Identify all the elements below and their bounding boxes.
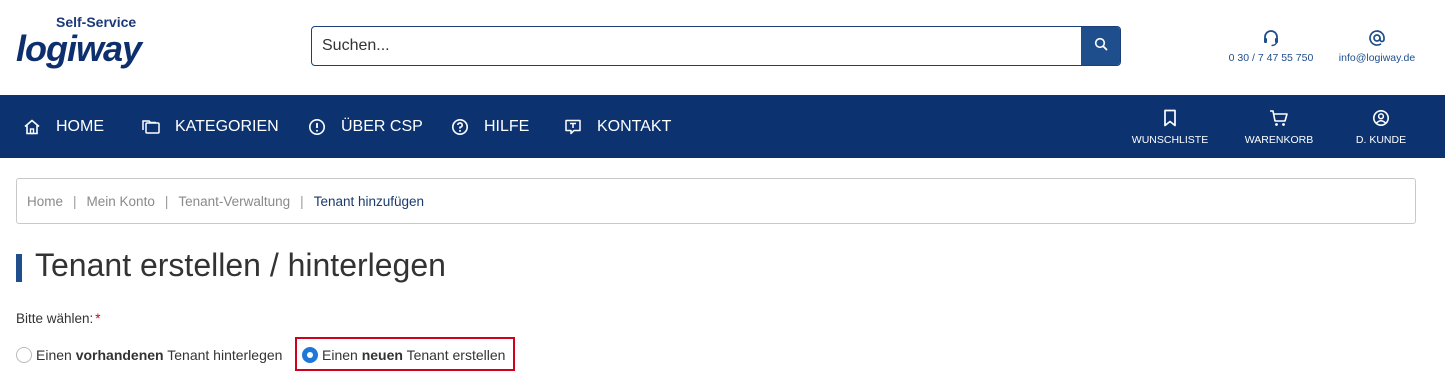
nav-item-kontakt[interactable]: KONTAKT	[563, 95, 671, 158]
nav-item-hilfe[interactable]: HILFE	[450, 95, 529, 158]
breadcrumb: Home | Mein Konto | Tenant-Verwaltung | …	[16, 178, 1416, 224]
radio-option-new[interactable]: Einen neuen Tenant erstellen	[302, 344, 505, 366]
nav-item-ueber-csp[interactable]: ÜBER CSP	[307, 95, 423, 158]
message-icon	[563, 117, 583, 137]
search-button[interactable]	[1081, 27, 1120, 65]
search-input[interactable]	[312, 27, 1082, 65]
search-icon	[1094, 37, 1108, 56]
nav-wishlist[interactable]: WUNSCHLISTE	[1128, 95, 1212, 158]
required-marker: *	[95, 311, 101, 326]
nav-account[interactable]: D. KUNDE	[1346, 95, 1416, 158]
bookmark-icon	[1162, 108, 1178, 128]
folders-icon	[141, 117, 161, 137]
phone-contact[interactable]: 0 30 / 7 47 55 750	[1222, 28, 1320, 64]
breadcrumb-home[interactable]: Home	[27, 194, 63, 209]
radio-option-label: Einen neuen Tenant erstellen	[322, 347, 506, 363]
nav-account-label: D. KUNDE	[1355, 133, 1407, 146]
title-accent-bar	[16, 254, 22, 282]
nav-item-label: ÜBER CSP	[341, 117, 423, 135]
at-icon	[1368, 28, 1386, 48]
radio-option-label: Einen vorhandenen Tenant hinterlegen	[36, 347, 283, 363]
choice-label: Bitte wählen: *	[16, 311, 101, 326]
main-nav: HOME KATEGORIEN ÜBER CSP HILFE KONTAKT W…	[0, 95, 1445, 158]
radio-option-existing[interactable]: Einen vorhandenen Tenant hinterlegen	[16, 344, 282, 366]
logo[interactable]: Self-Service logiway	[16, 14, 142, 76]
breadcrumb-tenant-verwaltung[interactable]: Tenant-Verwaltung	[178, 194, 290, 209]
nav-item-label: HILFE	[484, 117, 530, 135]
choice-label-text: Bitte wählen:	[16, 311, 94, 326]
search-bar	[311, 26, 1121, 66]
user-icon	[1372, 108, 1390, 128]
info-circle-icon	[307, 117, 327, 137]
nav-cart[interactable]: WARENKORB	[1240, 95, 1318, 158]
email-contact[interactable]: info@logiway.de	[1330, 28, 1424, 64]
radio-button-checked[interactable]	[302, 347, 318, 363]
help-circle-icon	[450, 117, 470, 137]
nav-cart-label: WARENKORB	[1244, 133, 1314, 146]
breadcrumb-separator: |	[164, 193, 169, 209]
breadcrumb-current: Tenant hinzufügen	[313, 193, 425, 209]
page-title: Tenant erstellen / hinterlegen	[35, 247, 446, 283]
phone-number: 0 30 / 7 47 55 750	[1228, 52, 1314, 64]
nav-item-label: KATEGORIEN	[175, 117, 279, 135]
breadcrumb-separator: |	[73, 193, 77, 209]
top-header: Self-Service logiway 0 30 / 7 47 55 750 …	[0, 0, 1445, 95]
home-icon	[22, 117, 42, 137]
cart-icon	[1269, 108, 1289, 128]
radio-button[interactable]	[16, 347, 32, 363]
breadcrumb-mein-konto[interactable]: Mein Konto	[87, 194, 155, 209]
nav-item-kategorien[interactable]: KATEGORIEN	[141, 95, 279, 158]
breadcrumb-separator: |	[300, 193, 304, 209]
nav-item-label: HOME	[56, 117, 104, 135]
nav-item-label: KONTAKT	[597, 117, 672, 135]
email-address: info@logiway.de	[1338, 52, 1416, 64]
nav-wishlist-label: WUNSCHLISTE	[1131, 133, 1209, 146]
headset-icon	[1262, 28, 1280, 48]
nav-item-home[interactable]: HOME	[22, 95, 104, 158]
logo-wordmark: logiway	[16, 28, 142, 69]
